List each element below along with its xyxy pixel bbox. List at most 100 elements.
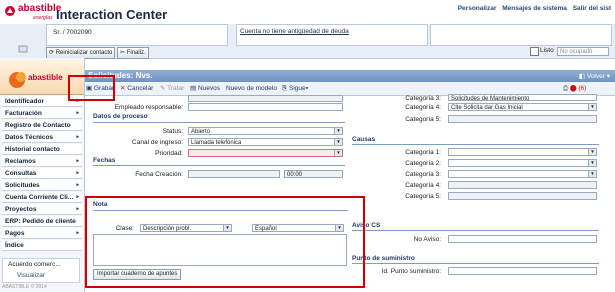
finish-button[interactable]: ✂ Finaliz. <box>117 47 149 59</box>
transfer-icon[interactable] <box>18 44 28 54</box>
abastible-logo-icon <box>5 6 15 16</box>
app-title: Interaction Center <box>56 7 168 22</box>
sidebar-item-datos-técnicos[interactable]: Datos Técnicos ▸ <box>2 132 82 143</box>
sidebar-item-cuenta-corriente-cli[interactable]: Cuenta Corriente Cli... ▸ <box>2 192 82 203</box>
chevron-down-icon: ▼ <box>588 171 596 177</box>
datos-proceso-heading: Datos de proceso <box>93 113 148 120</box>
causa-category-label: Categoría 1: <box>405 149 441 156</box>
sidebar-item-label: Cuenta Corriente Cli... <box>5 194 74 201</box>
fecha-creacion-time[interactable]: 00:00 <box>284 170 343 178</box>
causa-category-dropdown[interactable] <box>448 181 597 189</box>
sidebar-item-registro-de-contacto[interactable]: Registro de Contacto <box>2 120 82 131</box>
causa-category-dropdown[interactable] <box>448 192 597 200</box>
chevron-down-icon: ▼ <box>588 149 596 155</box>
fecha-creacion-date[interactable] <box>188 170 280 178</box>
cat3-top-dropdown[interactable]: Solicitudes de Mantenimiento <box>448 94 597 102</box>
chevron-down-icon: ▾ <box>604 73 610 80</box>
cancel-icon: ✕ <box>120 85 126 92</box>
status-value: Abierto <box>191 129 211 135</box>
logo-subtext: energías <box>33 15 53 21</box>
causa-category-label: Categoría 5: <box>405 193 441 200</box>
clase-label: Clase: <box>115 225 134 232</box>
sigue-button[interactable]: ⎘ Sigue▾ <box>282 84 308 94</box>
canal-label: Canal de ingreso: <box>132 139 183 146</box>
idioma-dropdown[interactable]: Español ▼ <box>252 224 344 232</box>
cat4-top-dropdown[interactable]: Clte Solicita dar Gas Inicial ▼ <box>448 103 597 111</box>
sidebar-item-label: Datos Técnicos <box>5 134 54 141</box>
reinit-label: Reinicializar contacto <box>55 50 113 56</box>
nota-textarea[interactable] <box>93 234 347 266</box>
back-icon: ◧ <box>578 73 586 80</box>
sidebar-item-reclamos[interactable]: Reclamos ▸ <box>2 156 82 167</box>
edit-icon: ✎ <box>160 85 166 92</box>
fechas-heading: Fechas <box>93 157 116 164</box>
cat5-top-label: Categoría 5: <box>405 116 441 123</box>
nuevo-modelo-button[interactable]: Nuevo de modelo <box>226 84 277 94</box>
idioma-value: Español <box>255 226 277 232</box>
chevron-right-icon: ▸ <box>76 110 79 116</box>
canal-dropdown[interactable]: Llamada telefónica ▼ <box>188 138 343 146</box>
logo-text: abastible <box>18 3 62 14</box>
top-links: Personalizar Mensajes de sistema Salir d… <box>454 5 611 12</box>
chevron-right-icon: ▸ <box>76 170 79 176</box>
sidebar-item-proyectos[interactable]: Proyectos ▸ <box>2 204 82 215</box>
sidebar-item-solicitudes[interactable]: Solicitudes ▸ <box>2 180 82 191</box>
chevron-right-icon: ▸ <box>76 182 79 188</box>
importar-cuaderno-button[interactable]: Importar cuaderno de apuntes <box>93 269 182 280</box>
sidebar-item-erp-pedido-de-cliente[interactable]: ERP: Pedido de cliente <box>2 216 82 227</box>
link-mensajes-sistema[interactable]: Mensajes de sistema <box>502 5 567 12</box>
cat4-top-value: Clte Solicita dar Gas Inicial <box>451 105 523 111</box>
sidebar-item-historial-contacto[interactable]: Historial contacto <box>2 144 82 155</box>
sidebar-item-facturación[interactable]: Facturación ▸ <box>2 108 82 119</box>
prioridad-dropdown[interactable]: ▼ <box>188 149 343 157</box>
fecha-time-value: 00:00 <box>287 172 303 178</box>
chevron-down-icon: ▼ <box>223 225 231 231</box>
cancelar-button[interactable]: ✕ Cancelar <box>120 84 153 94</box>
grabar-button[interactable]: ▣ Grabar <box>86 84 114 94</box>
print-icon: ⎙ <box>563 85 571 92</box>
nota-heading: Nota <box>93 201 108 208</box>
cliente-field-partial <box>188 95 343 102</box>
alert-count: (6) <box>578 85 587 92</box>
chevron-right-icon: ▸ <box>76 158 79 164</box>
chevron-down-icon: ▾ <box>305 85 309 92</box>
tratar-button[interactable]: ✎ Tratar <box>160 84 184 94</box>
nuevos-button[interactable]: ▤ Nuevos <box>190 84 220 94</box>
empleado-field[interactable] <box>188 103 343 111</box>
visualizar-link[interactable]: Visualizar <box>17 272 45 279</box>
link-personalizar[interactable]: Personalizar <box>458 5 497 12</box>
chevron-down-icon: ▼ <box>334 150 342 156</box>
tratar-label: Tratar <box>167 85 185 92</box>
fecha-creacion-label: Fecha Creación: <box>135 171 183 178</box>
cancelar-label: Cancelar <box>127 85 154 92</box>
listo-checkbox[interactable] <box>530 47 539 56</box>
copy-icon: ⎘ <box>282 85 288 92</box>
causa-category-dropdown[interactable]: ▼ <box>448 159 597 167</box>
status-select[interactable]: No ocupado <box>557 47 609 56</box>
sidebar-item-pagos[interactable]: Pagos ▸ <box>2 228 82 239</box>
client-value: Sr. / 7002090 <box>53 29 92 36</box>
refresh-icon: ⟳ <box>49 50 55 56</box>
link-salir[interactable]: Salir del sist <box>573 5 611 12</box>
causa-category-dropdown[interactable]: ▼ <box>448 170 597 178</box>
acuerdo-comercial-title: Acuerdo comerc... <box>8 261 61 268</box>
chevron-right-icon: ▸ <box>76 230 79 236</box>
clase-dropdown[interactable]: Descripción probl. ▼ <box>140 224 232 232</box>
info-box <box>430 24 612 46</box>
volver-label: Volver <box>586 73 605 80</box>
volver-button[interactable]: ◧ Volver ▾ <box>579 72 610 80</box>
status-dropdown[interactable]: Abierto ▼ <box>188 127 343 135</box>
id-punto-field[interactable] <box>448 267 597 275</box>
copyright: ABASTIBLE © 2014 <box>2 284 47 290</box>
alerts[interactable]: ⎙ ⬤ (6) <box>563 85 586 93</box>
antiguedad-text[interactable]: Cuenta no tiene antigüedad de deuda <box>240 28 349 35</box>
cat5-top-dropdown[interactable] <box>448 115 597 123</box>
sigue-label: Sigue <box>289 85 306 92</box>
no-aviso-field[interactable] <box>448 235 597 243</box>
sidebar-item-label: Proyectos <box>5 206 37 213</box>
listo-label: Listo <box>540 47 554 54</box>
sidebar-item-índice[interactable]: Índice <box>2 240 82 251</box>
chevron-right-icon: ▸ <box>76 194 79 200</box>
sidebar-item-consultas[interactable]: Consultas ▸ <box>2 168 82 179</box>
causa-category-dropdown[interactable]: ▼ <box>448 148 597 156</box>
